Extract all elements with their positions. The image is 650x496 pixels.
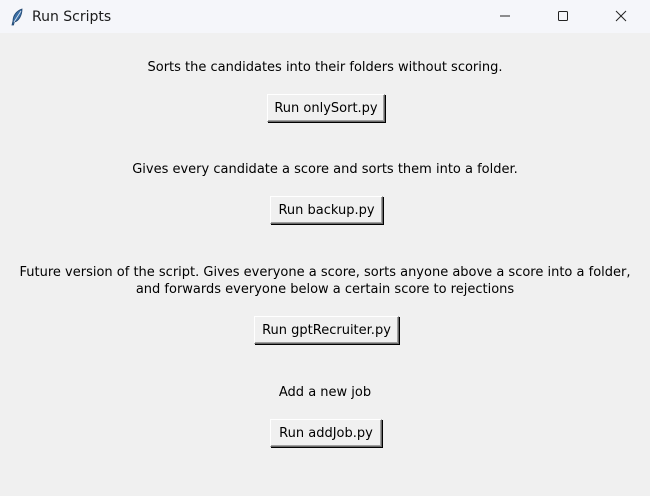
maximize-icon: [557, 7, 569, 26]
run-gptrecruiter-button[interactable]: Run gptRecruiter.py: [254, 316, 399, 344]
backup-description: Gives every candidate a score and sorts …: [132, 162, 518, 177]
onlysort-description: Sorts the candidates into their folders …: [147, 60, 503, 75]
maximize-button[interactable]: [534, 0, 592, 33]
window-controls: [476, 0, 650, 33]
gptrecruiter-description: Future version of the script. Gives ever…: [19, 265, 631, 297]
close-icon: [615, 7, 627, 26]
addjob-description: Add a new job: [278, 385, 372, 400]
run-scripts-window: Run Scripts Sorts the candidates into th…: [0, 0, 650, 496]
minimize-button[interactable]: [476, 0, 534, 33]
run-backup-button[interactable]: Run backup.py: [270, 196, 383, 224]
run-onlysort-button[interactable]: Run onlySort.py: [267, 94, 385, 122]
close-button[interactable]: [592, 0, 650, 33]
title-bar[interactable]: Run Scripts: [0, 0, 650, 33]
minimize-icon: [499, 7, 511, 26]
feather-icon: [8, 7, 26, 27]
run-addjob-button[interactable]: Run addJob.py: [270, 419, 382, 447]
window-title: Run Scripts: [32, 8, 112, 25]
